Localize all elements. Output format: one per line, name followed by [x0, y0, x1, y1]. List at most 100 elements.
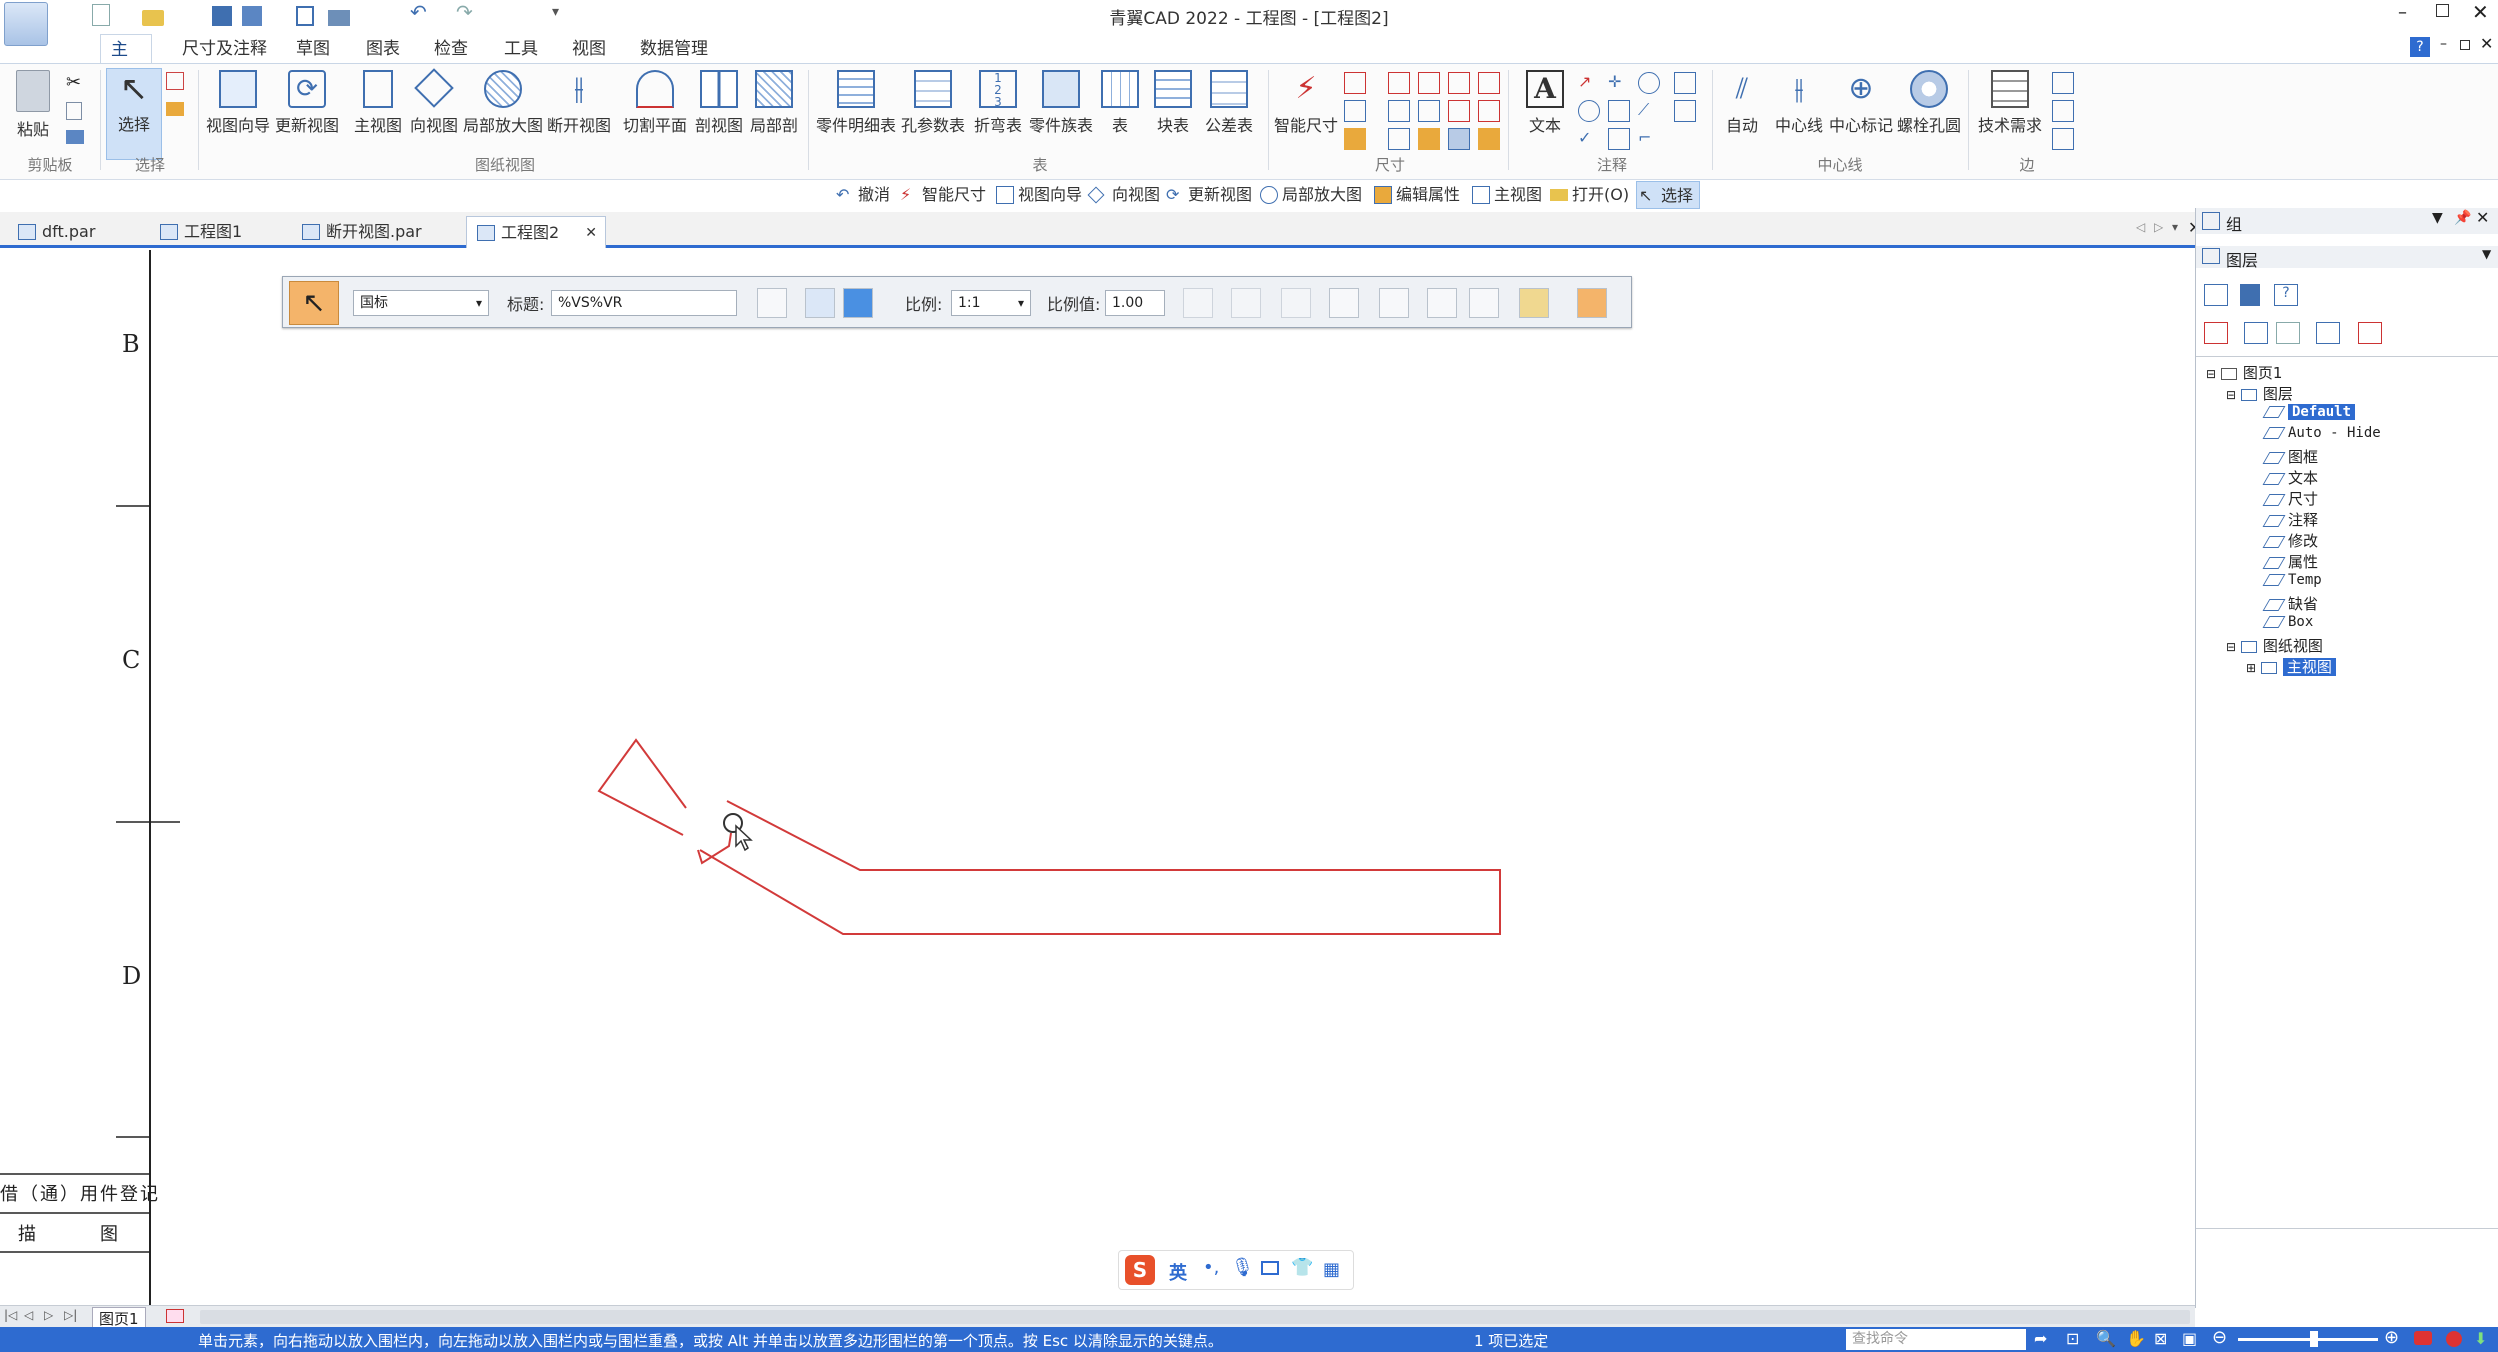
auto-centerline-button[interactable]: ⫽ 自动 — [1716, 70, 1768, 158]
tab-view[interactable]: 视图 — [562, 34, 616, 64]
add-page-icon[interactable] — [166, 1309, 184, 1323]
first-page-icon[interactable]: |◁ — [4, 1308, 17, 1322]
layer-item[interactable]: Temp — [2262, 572, 2322, 588]
shaded-view-icon[interactable] — [1427, 288, 1457, 318]
annot-tool-9-icon[interactable]: ⌐ — [1638, 128, 1660, 150]
dim-tool-15-icon[interactable] — [1478, 128, 1500, 150]
annot-tool-3-icon[interactable]: ✓ — [1578, 128, 1600, 150]
ribbon-restore-icon[interactable] — [2460, 40, 2470, 50]
skin-icon[interactable]: 👕 — [1291, 1257, 1313, 1278]
zoom-area-icon[interactable]: ⊡ — [2066, 1329, 2079, 1348]
pan-icon[interactable]: ✋ — [2126, 1329, 2146, 1348]
wireframe-view-icon[interactable] — [1469, 288, 1499, 318]
section-view-button[interactable]: 剖视图 — [692, 70, 746, 158]
close-tab-icon[interactable]: ✕ — [585, 217, 597, 249]
annot-tool-8-icon[interactable]: ⟋ — [1638, 100, 1660, 122]
draw-in-view-icon[interactable] — [1379, 288, 1409, 318]
doc-tab-dft[interactable]: dft.par — [8, 216, 148, 248]
main-view-button[interactable]: 主视图 — [350, 70, 406, 158]
dim-tool-12-icon[interactable] — [1448, 128, 1470, 150]
next-page-icon[interactable]: ▷ — [44, 1308, 53, 1322]
broken-view-button[interactable]: ⫲ 断开视图 — [546, 70, 612, 158]
select-option-icon[interactable] — [166, 72, 184, 90]
cut-plane-button[interactable]: 切割平面 — [622, 70, 688, 158]
dim-tool-8-icon[interactable] — [1418, 100, 1440, 122]
dim-tool-13-icon[interactable] — [1478, 72, 1500, 94]
fit-icon[interactable]: ⊠ — [2154, 1329, 2167, 1348]
fit-view-icon[interactable] — [1183, 288, 1213, 318]
tab-tools[interactable]: 工具 — [494, 34, 548, 64]
dim-tool-5-icon[interactable] — [1388, 100, 1410, 122]
view-options-icon[interactable]: ▣ — [2182, 1329, 2197, 1348]
edit-properties-command[interactable]: 编辑属性 — [1372, 181, 1460, 209]
minimize-icon[interactable]: – — [2398, 2, 2407, 23]
layer-item[interactable]: Default — [2262, 404, 2356, 420]
expand-icon[interactable]: ⊞ — [2246, 661, 2256, 675]
zoom-in-icon[interactable]: ⊕ — [2384, 1327, 2399, 1348]
panel-menu-icon[interactable]: ▼ — [2432, 210, 2443, 226]
command-search-input[interactable]: 查找命令 — [1846, 1329, 2026, 1350]
tech-requirement-button[interactable]: 技术需求 — [1976, 70, 2044, 158]
block-table-button[interactable]: 块表 — [1150, 70, 1196, 158]
bend-table-button[interactable]: 123 折弯表 — [968, 70, 1028, 158]
detail-view-command[interactable]: 局部放大图 — [1258, 181, 1362, 209]
tree-node-layers[interactable]: ⊟ 图层 — [2226, 383, 2293, 404]
select-command[interactable]: ↖ 选择 — [1636, 181, 1701, 209]
direction-view-button[interactable]: 向视图 — [406, 68, 462, 158]
annot-tool-6-icon[interactable] — [1608, 128, 1630, 150]
ime-toolbar[interactable]: S 英 •, 🎙 👕 ▦ — [1118, 1250, 1354, 1290]
sketch-segment-left[interactable] — [597, 738, 687, 836]
tab-main[interactable]: 主要 — [100, 34, 152, 90]
video-icon[interactable] — [2414, 1331, 2432, 1345]
view-wizard-button[interactable]: 视图向导 — [206, 70, 270, 158]
zoom-area-icon[interactable] — [1231, 288, 1261, 318]
layer-item[interactable]: Auto - Hide — [2262, 425, 2381, 441]
layer-item[interactable]: Box — [2262, 614, 2313, 630]
microphone-icon[interactable]: 🎙 — [1231, 1257, 1254, 1278]
centerline-button[interactable]: ⫲ 中心线 — [1770, 70, 1828, 158]
tree-node-drawing-views[interactable]: ⊟ 图纸视图 — [2226, 635, 2323, 656]
tab-inspect[interactable]: 检查 — [424, 34, 478, 64]
doc-tab-broken-view[interactable]: 断开视图.par — [292, 216, 462, 248]
layer-item[interactable]: 缺省 — [2262, 593, 2318, 614]
horizontal-scrollbar[interactable] — [200, 1310, 2190, 1324]
pin-icon[interactable]: 📌 — [2454, 210, 2471, 226]
layer-item[interactable]: 修改 — [2262, 530, 2318, 551]
format-painter-icon[interactable] — [66, 130, 84, 144]
tolerance-table-button[interactable]: 公差表 — [1196, 70, 1262, 158]
layer-tool-2-icon[interactable] — [2240, 284, 2260, 306]
tab-chart[interactable]: 图表 — [356, 34, 410, 64]
parts-list-button[interactable]: 零件明细表 — [814, 70, 898, 158]
view-wizard-command[interactable]: 视图向导 — [994, 181, 1082, 209]
dim-tool-1-icon[interactable] — [1344, 72, 1366, 94]
annot-tool-1-icon[interactable]: ↗ — [1578, 72, 1600, 94]
panel-scrollbar[interactable] — [2196, 1228, 2498, 1308]
zoom-icon[interactable] — [1281, 288, 1311, 318]
help-icon[interactable]: ? — [2410, 37, 2430, 57]
annot-tool-10-icon[interactable] — [1674, 72, 1696, 94]
scale-value-input[interactable]: 1.00 — [1105, 290, 1165, 316]
center-mark-button[interactable]: ⊕ 中心标记 — [1828, 70, 1894, 158]
collapse-icon[interactable]: ⊟ — [2226, 640, 2236, 654]
layer-item[interactable]: 文本 — [2262, 467, 2318, 488]
edge-tool-1-icon[interactable] — [2052, 72, 2074, 94]
annot-tool-11-icon[interactable] — [1674, 100, 1696, 122]
zoom-icon[interactable]: 🔍 — [2096, 1329, 2116, 1348]
sketch-segment-main[interactable] — [699, 800, 1501, 935]
lock-icon[interactable] — [1519, 288, 1549, 318]
zoom-slider[interactable] — [2238, 1338, 2378, 1341]
drawing-canvas[interactable]: B C D 借（通）用件登记 描 图 S 英 •, 🎙 👕 ▦ — [0, 250, 2195, 1305]
annot-tool-7-icon[interactable] — [1638, 72, 1660, 94]
table-button[interactable]: 表 — [1098, 70, 1142, 158]
prev-page-icon[interactable]: ◁ — [24, 1308, 33, 1322]
download-icon[interactable]: ⬇ — [2474, 1329, 2487, 1348]
punctuation-icon[interactable]: •, — [1203, 1257, 1219, 1278]
update-view-command[interactable]: ⟳ 更新视图 — [1164, 181, 1252, 209]
last-page-icon[interactable]: ▷| — [64, 1308, 77, 1322]
layer-help-icon[interactable]: ? — [2274, 284, 2298, 306]
dim-tool-7-icon[interactable] — [1418, 72, 1440, 94]
edge-tool-2-icon[interactable] — [2052, 100, 2074, 122]
view-properties-icon[interactable] — [1329, 288, 1359, 318]
text-button[interactable]: A 文本 — [1514, 70, 1576, 158]
view-layout-icon[interactable] — [805, 288, 835, 318]
